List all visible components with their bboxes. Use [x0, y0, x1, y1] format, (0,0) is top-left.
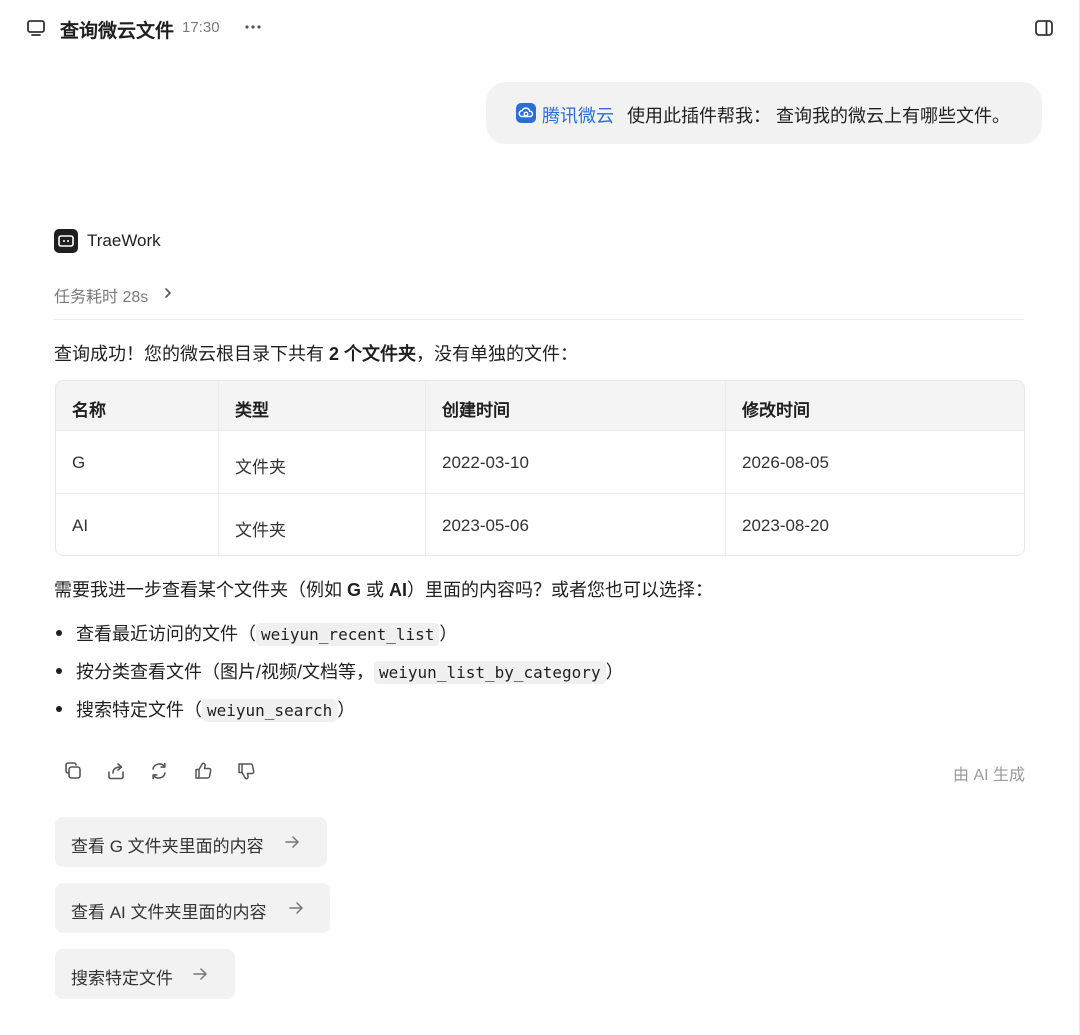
list-item-text: 搜索特定文件（ weiyun_search） [76, 696, 355, 722]
ai-generated-label: 由 AI 生成 [953, 767, 1026, 784]
thumbs-up-icon[interactable] [192, 760, 214, 782]
copy-icon[interactable] [62, 760, 84, 782]
column-header-modified: 修改时间 [742, 401, 810, 420]
table-cell: G [72, 453, 86, 472]
user-message-text: 使用此插件帮我： 查询我的微云上有哪些文件。 [627, 106, 1010, 126]
thumbs-down-icon[interactable] [235, 760, 257, 782]
suggestion-search-files[interactable]: 搜索特定文件 [55, 949, 235, 999]
list-item-text: 按分类查看文件（图片/视频/文档等， weiyun_list_by_categor… [76, 658, 624, 684]
chevron-right-icon[interactable] [162, 286, 174, 300]
timestamp: 17:30 [182, 19, 220, 36]
tool-name-code: weiyun_search [202, 699, 338, 722]
agent-logo-icon [58, 235, 74, 247]
table-cell: AI [72, 516, 89, 535]
suggestion-label: 查看 G 文件夹里面的内容 [71, 837, 264, 856]
question-folder-g: G [347, 580, 362, 600]
weiyun-cloud-icon [516, 103, 536, 123]
arrow-right-icon [289, 902, 303, 914]
option-label: 查看最近访问的文件（ [76, 624, 256, 644]
column-divider [725, 381, 726, 555]
option-label: 搜索特定文件（ [76, 700, 202, 720]
page-title: 查询微云文件 [60, 21, 175, 42]
option-end: ） [439, 624, 458, 644]
column-header-type: 类型 [235, 401, 269, 420]
share-icon[interactable] [105, 760, 127, 782]
user-message-bubble: 腾讯微云 使用此插件帮我： 查询我的微云上有哪些文件。 [486, 82, 1042, 144]
table-cell: 2023-05-06 [442, 516, 529, 535]
regenerate-icon[interactable] [148, 760, 170, 782]
column-divider [425, 381, 426, 555]
header: 查询微云文件 17:30 [0, 0, 1080, 56]
table-row: AI 文件夹 2023-05-06 2023-08-20 [56, 494, 1024, 555]
bullet-dot [56, 706, 62, 712]
intro-text-end: ，没有单独的文件： [416, 344, 579, 364]
suggestion-view-g-folder[interactable]: 查看 G 文件夹里面的内容 [55, 817, 327, 867]
column-header-created: 创建时间 [442, 401, 510, 420]
tool-name-code: weiyun_recent_list [256, 623, 440, 646]
table-row: G 文件夹 2022-03-10 2026-08-05 [56, 431, 1024, 494]
bullet-dot [56, 630, 62, 636]
plugin-name-link[interactable]: 腾讯微云 [542, 102, 614, 128]
table-header: 名称 类型 创建时间 修改时间 [56, 381, 1024, 431]
column-header-name: 名称 [72, 401, 106, 420]
column-divider [218, 381, 219, 555]
intro-bold: 2 个文件夹 [329, 344, 417, 364]
follow-up-question: 需要我进一步查看某个文件夹（例如 G 或 AI）里面的内容吗？或者您也可以选择： [54, 576, 713, 602]
suggestion-view-ai-folder[interactable]: 查看 AI 文件夹里面的内容 [55, 883, 330, 933]
question-or: 或 [361, 580, 390, 600]
arrow-right-icon [285, 836, 299, 848]
question-folder-ai: AI [389, 580, 408, 600]
task-duration[interactable]: 任务耗时 28s [54, 283, 148, 307]
result-intro: 查询成功！您的微云根目录下共有 2 个文件夹，没有单独的文件： [54, 340, 578, 366]
list-item-text: 查看最近访问的文件（ weiyun_recent_list） [76, 620, 457, 646]
more-icon[interactable] [240, 14, 266, 40]
arrow-right-icon [193, 968, 207, 980]
side-panel-icon[interactable] [1034, 18, 1054, 38]
files-table: 名称 类型 创建时间 修改时间 G 文件夹 2022-03-10 2026-08… [55, 380, 1025, 556]
option-end: ） [605, 662, 624, 682]
table-cell: 文件夹 [235, 458, 286, 477]
suggestion-label: 查看 AI 文件夹里面的内容 [71, 903, 267, 922]
agent-name: TraeWork [87, 231, 161, 250]
tool-name-code: weiyun_list_by_category [374, 661, 606, 684]
bullet-dot [56, 668, 62, 674]
option-label: 按分类查看文件（图片/视频/文档等， [76, 662, 375, 682]
table-cell: 2023-08-20 [742, 516, 829, 535]
option-end: ） [337, 700, 356, 720]
table-cell: 2026-08-05 [742, 453, 829, 472]
agent-logo [54, 229, 78, 253]
question-text: 需要我进一步查看某个文件夹（例如 [54, 580, 347, 600]
question-text-end: ）里面的内容吗？或者您也可以选择： [407, 580, 714, 600]
intro-text: 查询成功！您的微云根目录下共有 [54, 344, 329, 364]
chat-icon [27, 20, 45, 36]
suggestion-label: 搜索特定文件 [71, 969, 173, 988]
divider [54, 319, 1024, 320]
table-cell: 文件夹 [235, 521, 286, 540]
table-cell: 2022-03-10 [442, 453, 529, 472]
